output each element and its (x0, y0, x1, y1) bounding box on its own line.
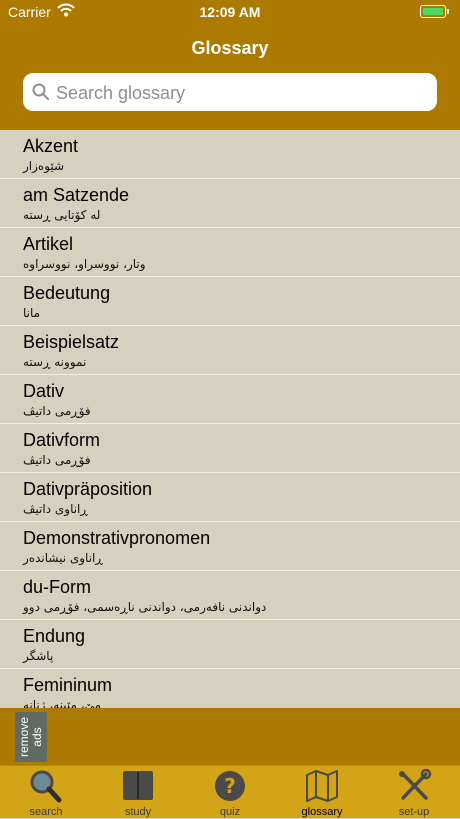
tab-label: quiz (219, 806, 241, 818)
list-item[interactable]: Artikel وتار، نووسراو، نووسراوە (0, 228, 460, 277)
list-item[interactable]: Beispielsatz نموونە ڕستە (0, 326, 460, 375)
entry-term: du-Form (23, 577, 92, 597)
book-icon (123, 771, 153, 800)
entry-translation: مانا (23, 306, 41, 320)
list-item[interactable]: Demonstrativpronomen ڕاناوی نیشاندەر (0, 522, 460, 571)
list-item[interactable]: Endung پاشگر (0, 620, 460, 669)
entry-translation: پاشگر (23, 649, 54, 663)
entry-term: am Satzende (23, 185, 130, 205)
battery-icon (420, 5, 449, 18)
list-item[interactable]: Bedeutung مانا (0, 277, 460, 326)
entry-translation: ڕاناوی نیشاندەر (23, 551, 103, 565)
entry-term: Demonstrativpronomen (23, 528, 211, 548)
list-item[interactable]: Dativform فۆڕمی داتیڤ (0, 424, 460, 473)
entry-term: Endung (23, 626, 86, 646)
question-icon: ? (215, 771, 245, 801)
search-input[interactable] (54, 73, 428, 113)
tab-study[interactable]: study (92, 766, 184, 819)
list-item[interactable]: Dativ فۆڕمی داتیڤ (0, 375, 460, 424)
page-title: Glossary (191, 38, 269, 58)
magnifier-icon (30, 770, 62, 803)
entry-term: Dativform (23, 430, 101, 450)
entry-translation: لە کۆتایی ڕستە (23, 208, 101, 222)
tab-label: glossary (301, 806, 343, 818)
entry-term: Bedeutung (23, 283, 111, 303)
entry-translation: شێوەزار (23, 159, 65, 173)
entry-term: Femininum (23, 675, 113, 695)
tab-search[interactable]: search (0, 766, 92, 819)
tab-glossary[interactable]: glossary (276, 766, 368, 819)
entry-term: Dativ (23, 381, 65, 401)
status-bar: Carrier 12:09 AM (0, 0, 460, 26)
map-icon (306, 770, 338, 802)
entry-translation: مێ، مێینە، ژنانە (23, 698, 102, 708)
search-icon (32, 83, 50, 106)
list-item[interactable]: du-Form دواندنی نافەرمی، دواندنی ناڕەسمی… (0, 571, 460, 620)
entry-term: Akzent (23, 136, 79, 156)
ad-banner (0, 708, 460, 765)
entry-term: Artikel (23, 234, 74, 254)
list-item[interactable]: Dativpräposition ڕاناوی داتیڤ (0, 473, 460, 522)
entry-term: Dativpräposition (23, 479, 153, 499)
entry-translation: دواندنی نافەرمی، دواندنی ناڕەسمی، فۆڕمی … (23, 600, 267, 614)
list-item[interactable]: Akzent شێوەزار (0, 130, 460, 179)
entry-translation: نموونە ڕستە (23, 355, 87, 369)
remove-ads-label-line2: ads (30, 727, 44, 747)
tools-icon (399, 769, 432, 800)
remove-ads-button[interactable]: remove ads (15, 712, 47, 762)
svg-text:?: ? (224, 774, 236, 798)
tab-set-up[interactable]: set-up (368, 766, 460, 819)
entry-translation: فۆڕمی داتیڤ (23, 404, 91, 418)
list-item[interactable]: Femininum مێ، مێینە، ژنانە (0, 669, 460, 708)
glossary-list[interactable]: Akzent شێوەزار am Satzende لە کۆتایی ڕست… (0, 130, 460, 708)
entry-translation: ڕاناوی داتیڤ (23, 502, 88, 516)
tab-label: set-up (398, 806, 430, 818)
clock: 12:09 AM (199, 4, 261, 20)
entry-translation: وتار، نووسراو، نووسراوە (23, 257, 146, 271)
navigation-bar: Glossary (0, 26, 460, 130)
tab-label: study (124, 806, 152, 818)
search-field[interactable] (23, 73, 437, 113)
tab-bar: search study ? quiz glossary set-up (0, 765, 460, 818)
entry-translation: فۆڕمی داتیڤ (23, 453, 91, 467)
tab-label: search (29, 806, 63, 818)
list-item[interactable]: am Satzende لە کۆتایی ڕستە (0, 179, 460, 228)
entry-term: Beispielsatz (23, 332, 120, 352)
tab-quiz[interactable]: ? quiz (184, 766, 276, 819)
